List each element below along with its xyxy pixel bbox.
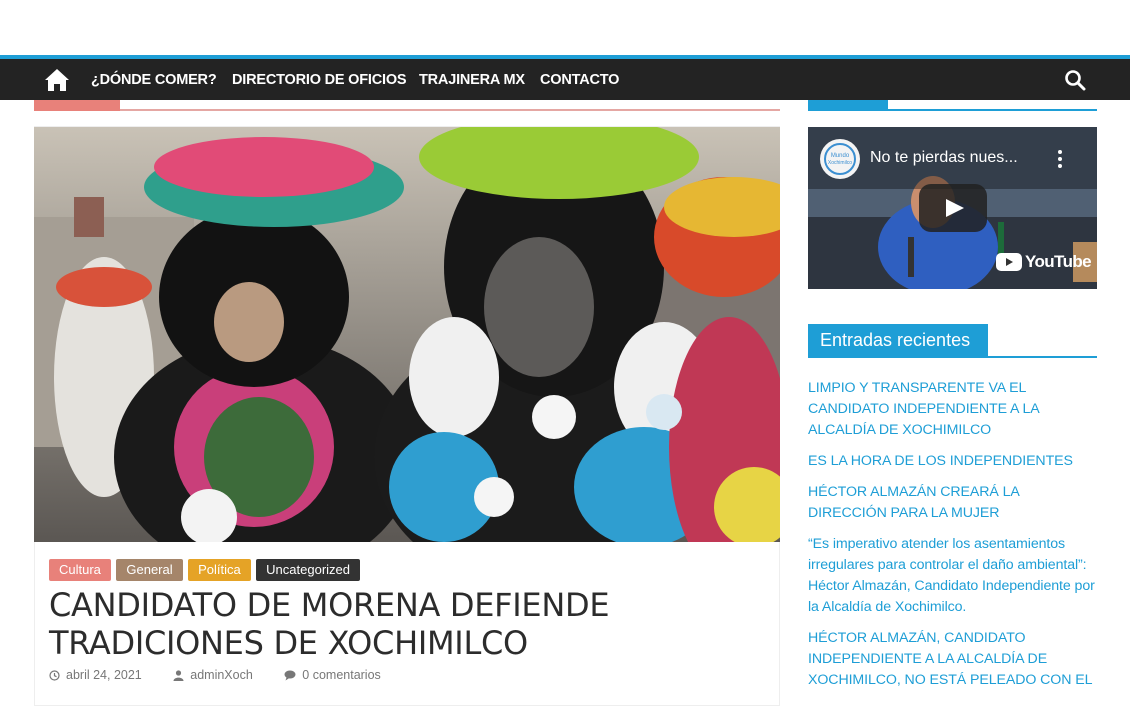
- nav-item-trajinera-mx[interactable]: TRAJINERA MX: [419, 72, 525, 88]
- recent-post-item: ES LA HORA DE LOS INDEPENDIENTES: [808, 451, 1100, 472]
- recent-post-item: LIMPIO Y TRANSPARENTE VA EL CANDIDATO IN…: [808, 378, 1100, 441]
- category-politica[interactable]: Política: [188, 559, 251, 581]
- recent-post-item: HÉCTOR ALMAZÁN, CANDIDATO INDEPENDIENTE …: [808, 628, 1100, 691]
- comment-icon: [284, 670, 296, 680]
- recent-post-link[interactable]: “Es imperativo atender los asentamientos…: [808, 536, 1095, 615]
- section-divider: [34, 109, 780, 111]
- svg-text:Mundo: Mundo: [831, 153, 850, 159]
- article-date[interactable]: abril 24, 2021: [49, 668, 156, 682]
- channel-logo[interactable]: Mundo Xochimilco: [820, 139, 860, 179]
- more-options-icon[interactable]: [1056, 149, 1064, 169]
- recent-post-item: “Es imperativo atender los asentamientos…: [808, 534, 1100, 618]
- main-navigation: ¿DÓNDE COMER? DIRECTORIO DE OFICIOS TRAJ…: [0, 55, 1130, 100]
- article-author-text: adminXoch: [190, 668, 253, 682]
- svg-text:Xochimilco: Xochimilco: [828, 160, 852, 166]
- article-comments[interactable]: 0 comentarios: [284, 668, 395, 682]
- category-cultura[interactable]: Cultura: [49, 559, 111, 581]
- featured-image-illustration: [34, 127, 780, 542]
- clock-icon: [49, 669, 60, 681]
- article-categories: Cultura General Política Uncategorized: [49, 559, 361, 581]
- article-title[interactable]: CANDIDATO DE MORENA DEFIENDE TRADICIONES…: [49, 586, 749, 662]
- article-comments-text: 0 comentarios: [302, 668, 381, 682]
- youtube-icon: [996, 253, 1022, 271]
- user-icon: [173, 669, 184, 681]
- recent-post-link[interactable]: ES LA HORA DE LOS INDEPENDIENTES: [808, 453, 1073, 469]
- featured-image[interactable]: [34, 127, 780, 542]
- article-date-text: abril 24, 2021: [66, 668, 142, 682]
- recent-post-link[interactable]: HÉCTOR ALMAZÁN, CANDIDATO INDEPENDIENTE …: [808, 630, 1092, 688]
- sidebar-header-accent: [808, 100, 888, 111]
- nav-item-contacto[interactable]: CONTACTO: [540, 72, 619, 88]
- recent-post-link[interactable]: HÉCTOR ALMAZÁN CREARÁ LA DIRECCIÓN PARA …: [808, 484, 1019, 521]
- recent-post-item: HÉCTOR ALMAZÁN CREARÁ LA DIRECCIÓN PARA …: [808, 482, 1100, 524]
- home-icon[interactable]: [44, 68, 70, 92]
- mundo-xochimilco-logo: Mundo Xochimilco: [824, 143, 856, 175]
- article-author[interactable]: adminXoch: [173, 668, 267, 682]
- search-icon[interactable]: [1064, 69, 1086, 91]
- nav-item-directorio-de-oficios[interactable]: DIRECTORIO DE OFICIOS: [232, 72, 407, 88]
- recent-post-link[interactable]: LIMPIO Y TRANSPARENTE VA EL CANDIDATO IN…: [808, 380, 1039, 438]
- recent-posts-list: LIMPIO Y TRANSPARENTE VA EL CANDIDATO IN…: [808, 378, 1100, 701]
- youtube-wordmark: YouTube: [1025, 252, 1092, 271]
- nav-item-donde-comer[interactable]: ¿DÓNDE COMER?: [91, 72, 217, 88]
- article-meta: abril 24, 2021 adminXoch 0 comentarios: [49, 668, 409, 684]
- youtube-video-embed[interactable]: Mundo Xochimilco No te pierdas nues... Y…: [808, 127, 1097, 289]
- video-title[interactable]: No te pierdas nues...: [870, 149, 1018, 167]
- play-button-icon[interactable]: [919, 184, 987, 232]
- category-general[interactable]: General: [116, 559, 183, 581]
- section-header-accent: [34, 100, 120, 111]
- category-uncategorized[interactable]: Uncategorized: [256, 559, 360, 581]
- recent-posts-heading-underline: [808, 356, 1097, 358]
- youtube-logo[interactable]: YouTube: [996, 252, 1092, 272]
- recent-posts-heading: Entradas recientes: [808, 324, 988, 357]
